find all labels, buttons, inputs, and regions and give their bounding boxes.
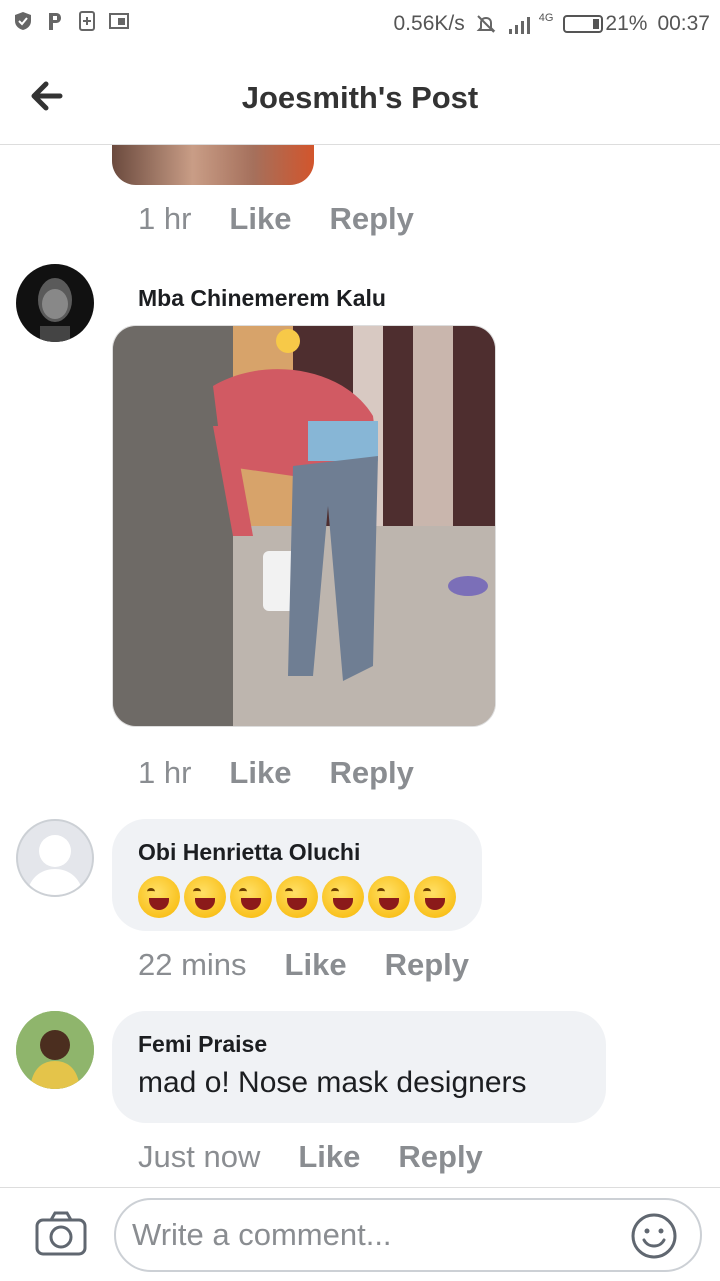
avatar[interactable] — [16, 819, 94, 897]
comment-input[interactable] — [114, 1198, 702, 1272]
comment-photo[interactable] — [112, 325, 496, 727]
laughing-emoji-icon — [184, 876, 226, 918]
reply-button[interactable]: Reply — [329, 755, 413, 791]
laughing-emoji-icon — [414, 876, 456, 918]
camera-icon[interactable] — [34, 1210, 88, 1258]
battery-level: 21% — [605, 12, 648, 35]
smiley-icon[interactable] — [630, 1212, 678, 1260]
comment-author[interactable]: Mba Chinemerem Kalu — [138, 285, 386, 312]
comment-image-cropped[interactable] — [112, 145, 314, 185]
comment-author[interactable]: Femi Praise — [138, 1031, 580, 1058]
comment-thread[interactable]: 1 hr Like Reply Mba Chinemerem Kalu 1 hr… — [0, 145, 720, 1187]
network-type-label: 4G — [538, 12, 554, 24]
avatar[interactable] — [16, 1011, 94, 1089]
like-button[interactable]: Like — [298, 1139, 360, 1175]
reply-button[interactable]: Reply — [329, 201, 413, 237]
clock: 00:37 — [657, 12, 710, 35]
sim-plus-icon — [79, 11, 95, 31]
laughing-emoji-icon — [368, 876, 410, 918]
laughing-emoji-icon — [138, 876, 180, 918]
screenshot-icon — [109, 13, 129, 29]
comment-time: 22 mins — [138, 947, 247, 982]
signal-icon — [508, 17, 530, 34]
laughing-emoji-icon — [230, 876, 272, 918]
bell-off-icon — [476, 15, 496, 33]
laughing-emoji-icon — [322, 876, 364, 918]
comment-time: Just now — [138, 1139, 261, 1174]
avatar-photo — [16, 1011, 94, 1089]
like-button[interactable]: Like — [229, 755, 291, 791]
comment-actions: Just now Like Reply — [138, 1139, 483, 1175]
comment-composer — [0, 1187, 720, 1281]
page-title: Joesmith's Post — [241, 80, 479, 115]
comment-actions: 1 hr Like Reply — [138, 755, 414, 791]
laughing-emoji-icon — [276, 876, 318, 918]
battery-icon — [563, 15, 604, 33]
comment-author[interactable]: Obi Henrietta Oluchi — [138, 839, 456, 866]
comment-bubble[interactable]: Femi Praise mad o! Nose mask designers — [112, 1011, 606, 1123]
comment-time: 1 hr — [138, 201, 192, 236]
reply-button[interactable]: Reply — [385, 947, 469, 983]
default-avatar-icon — [26, 835, 84, 895]
post-header: Joesmith's Post — [0, 50, 720, 145]
comment-actions: 22 mins Like Reply — [138, 947, 469, 983]
like-button[interactable]: Like — [229, 201, 291, 237]
reply-button[interactable]: Reply — [398, 1139, 482, 1175]
network-speed: 0.56K/s — [393, 12, 465, 35]
avatar-photo — [38, 278, 72, 342]
shield-icon — [15, 12, 31, 30]
status-bar: 0.56K/s 4G 21% 00:37 — [0, 0, 720, 50]
comment-emojis — [138, 876, 456, 918]
p-icon — [49, 13, 61, 30]
comment-actions: 1 hr Like Reply — [138, 201, 414, 237]
comment-bubble[interactable]: Obi Henrietta Oluchi — [112, 819, 482, 931]
comment-time: 1 hr — [138, 755, 192, 790]
meme-image — [113, 326, 495, 726]
like-button[interactable]: Like — [285, 947, 347, 983]
avatar[interactable] — [16, 264, 94, 342]
comment-text: mad o! Nose mask designers — [138, 1066, 527, 1099]
